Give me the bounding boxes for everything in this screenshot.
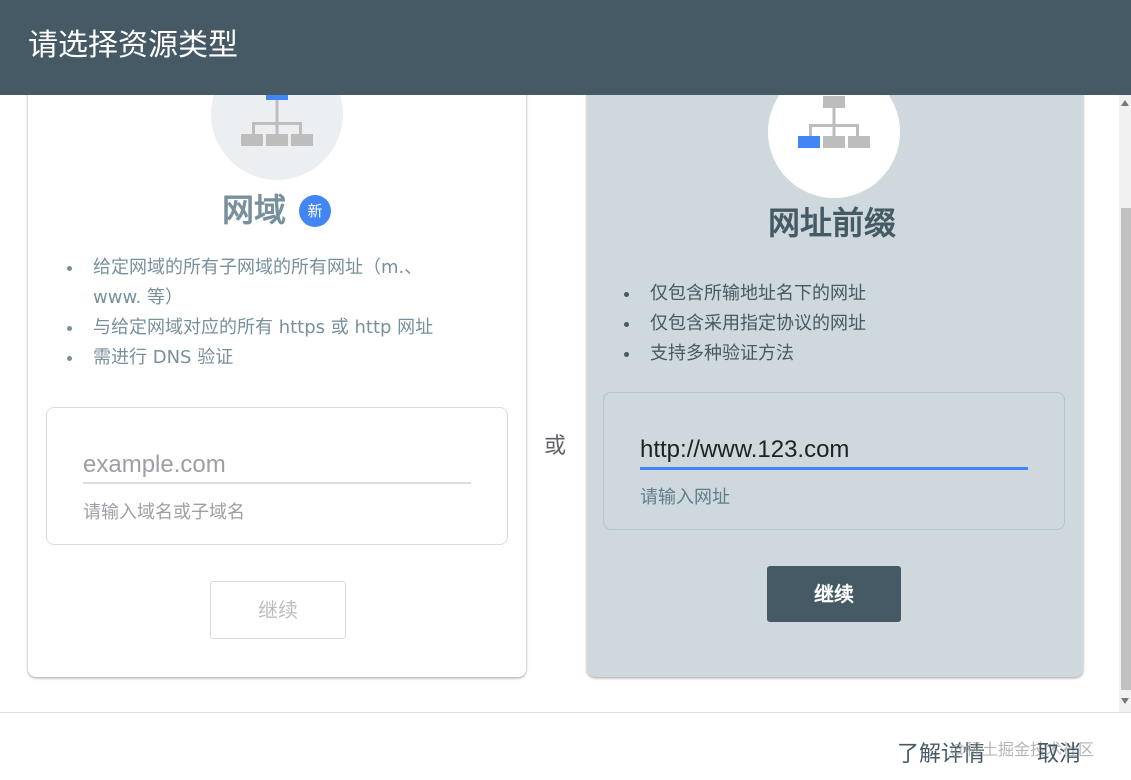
new-badge: 新 (299, 195, 331, 227)
dialog-content: 网域 新 给定网域的所有子网域的所有网址（m.、www. 等） 与给定网域对应的… (0, 95, 1119, 712)
domain-continue-button[interactable]: 继续 (210, 581, 346, 639)
url-prefix-feature-list: 仅包含所输地址名下的网址 仅包含采用指定协议的网址 支持多种验证方法 (623, 279, 1023, 369)
resource-type-dialog: 请选择资源类型 网域 新 给定网域的所有子网域的所有网址（m.、www. 等） … (0, 0, 1131, 780)
url-prefix-input-box: 请输入网址 (603, 392, 1065, 530)
domain-feature-item: 给定网域的所有子网域的所有网址（m.、www. 等） (66, 253, 466, 313)
url-prefix-continue-button[interactable]: 继续 (767, 566, 901, 622)
domain-property-card[interactable]: 网域 新 给定网域的所有子网域的所有网址（m.、www. 等） 与给定网域对应的… (28, 95, 526, 677)
dialog-header: 请选择资源类型 (0, 0, 1131, 95)
url-prefix-input[interactable] (640, 433, 1028, 470)
domain-input[interactable] (83, 448, 471, 484)
scroll-down-arrow-icon[interactable] (1121, 698, 1129, 704)
footer-divider (0, 712, 1131, 713)
url-prefix-property-card[interactable]: 网址前缀 仅包含所输地址名下的网址 仅包含采用指定协议的网址 支持多种验证方法 … (587, 95, 1083, 677)
domain-feature-item: 与给定网域对应的所有 https 或 http 网址 (66, 313, 466, 343)
url-prefix-feature-item: 支持多种验证方法 (623, 339, 1023, 369)
url-prefix-card-title: 网址前缀 (768, 204, 897, 242)
domain-card-title: 网域 (222, 191, 287, 229)
dialog-title: 请选择资源类型 (28, 28, 238, 63)
domain-feature-list: 给定网域的所有子网域的所有网址（m.、www. 等） 与给定网域对应的所有 ht… (66, 253, 466, 373)
scrollbar-thumb[interactable] (1121, 208, 1131, 690)
url-prefix-input-hint: 请输入网址 (640, 487, 730, 508)
cancel-button[interactable]: 取消 (1037, 736, 1081, 768)
domain-feature-item: 需进行 DNS 验证 (66, 343, 466, 373)
domain-tree-icon (241, 95, 313, 146)
or-separator: 或 (544, 434, 567, 459)
url-prefix-feature-item: 仅包含所输地址名下的网址 (623, 279, 1023, 309)
url-prefix-tree-icon (798, 96, 870, 148)
url-prefix-feature-item: 仅包含采用指定协议的网址 (623, 309, 1023, 339)
domain-input-box: 请输入域名或子域名 (46, 407, 508, 545)
domain-input-hint: 请输入域名或子域名 (83, 502, 245, 523)
scroll-up-arrow-icon[interactable] (1121, 100, 1129, 106)
domain-icon-circle (211, 95, 343, 180)
url-prefix-icon-circle (768, 95, 900, 198)
